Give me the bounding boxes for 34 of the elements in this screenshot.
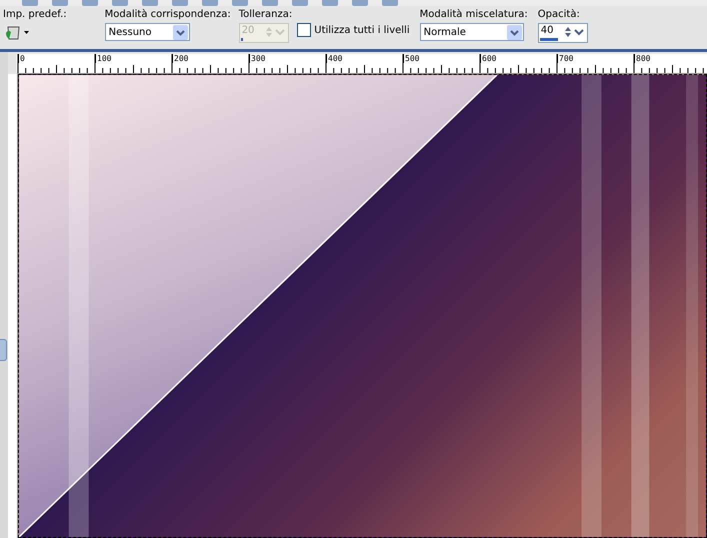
tolerance-label: Tolleranza: bbox=[238, 9, 292, 20]
blend-mode-label: Modalità miscelatura: bbox=[420, 9, 528, 20]
ruler-label: 200 bbox=[172, 54, 188, 63]
ruler-label: 0 bbox=[18, 54, 25, 63]
toolbar-icon[interactable] bbox=[322, 0, 338, 6]
ruler-label: 600 bbox=[480, 54, 496, 63]
toolbar-icon[interactable] bbox=[382, 0, 398, 6]
toolbar-icon[interactable] bbox=[52, 0, 68, 6]
spin-arrows-icon[interactable] bbox=[562, 25, 585, 39]
toolbar-icon[interactable] bbox=[262, 0, 278, 6]
ruler-label: 700 bbox=[557, 54, 574, 63]
toolbar-icon[interactable] bbox=[172, 0, 188, 6]
match-mode-select[interactable]: Nessuno bbox=[104, 23, 190, 41]
opacity-field[interactable]: 40 bbox=[538, 23, 588, 43]
toolbar-icon[interactable] bbox=[22, 0, 38, 6]
toolbar-icon[interactable] bbox=[142, 0, 158, 6]
toolbar-icon[interactable] bbox=[232, 0, 248, 6]
presets-label: Imp. predef.: bbox=[3, 9, 67, 20]
use-all-layers-checkbox[interactable] bbox=[297, 23, 312, 37]
use-all-layers-label: Utilizza tutti i livelli bbox=[314, 24, 410, 36]
ruler-label: 800 bbox=[634, 54, 650, 63]
panel-tab[interactable] bbox=[0, 339, 7, 361]
ruler-label: 100 bbox=[95, 54, 112, 63]
ruler-label: 400 bbox=[326, 54, 342, 63]
opacity-label: Opacità: bbox=[538, 9, 581, 20]
toolbar-icon[interactable] bbox=[82, 0, 98, 6]
ruler-label: 300 bbox=[249, 54, 266, 63]
blend-mode-select[interactable]: Normale bbox=[420, 23, 524, 41]
match-mode-label: Modalità corrispondenza: bbox=[104, 9, 231, 20]
toolbar-icon[interactable] bbox=[292, 0, 308, 6]
toolbar-icon[interactable] bbox=[202, 0, 218, 6]
toolbar-icon[interactable] bbox=[352, 0, 368, 6]
toolbar-icon[interactable] bbox=[112, 0, 128, 6]
ruler-label: 500 bbox=[403, 54, 420, 63]
